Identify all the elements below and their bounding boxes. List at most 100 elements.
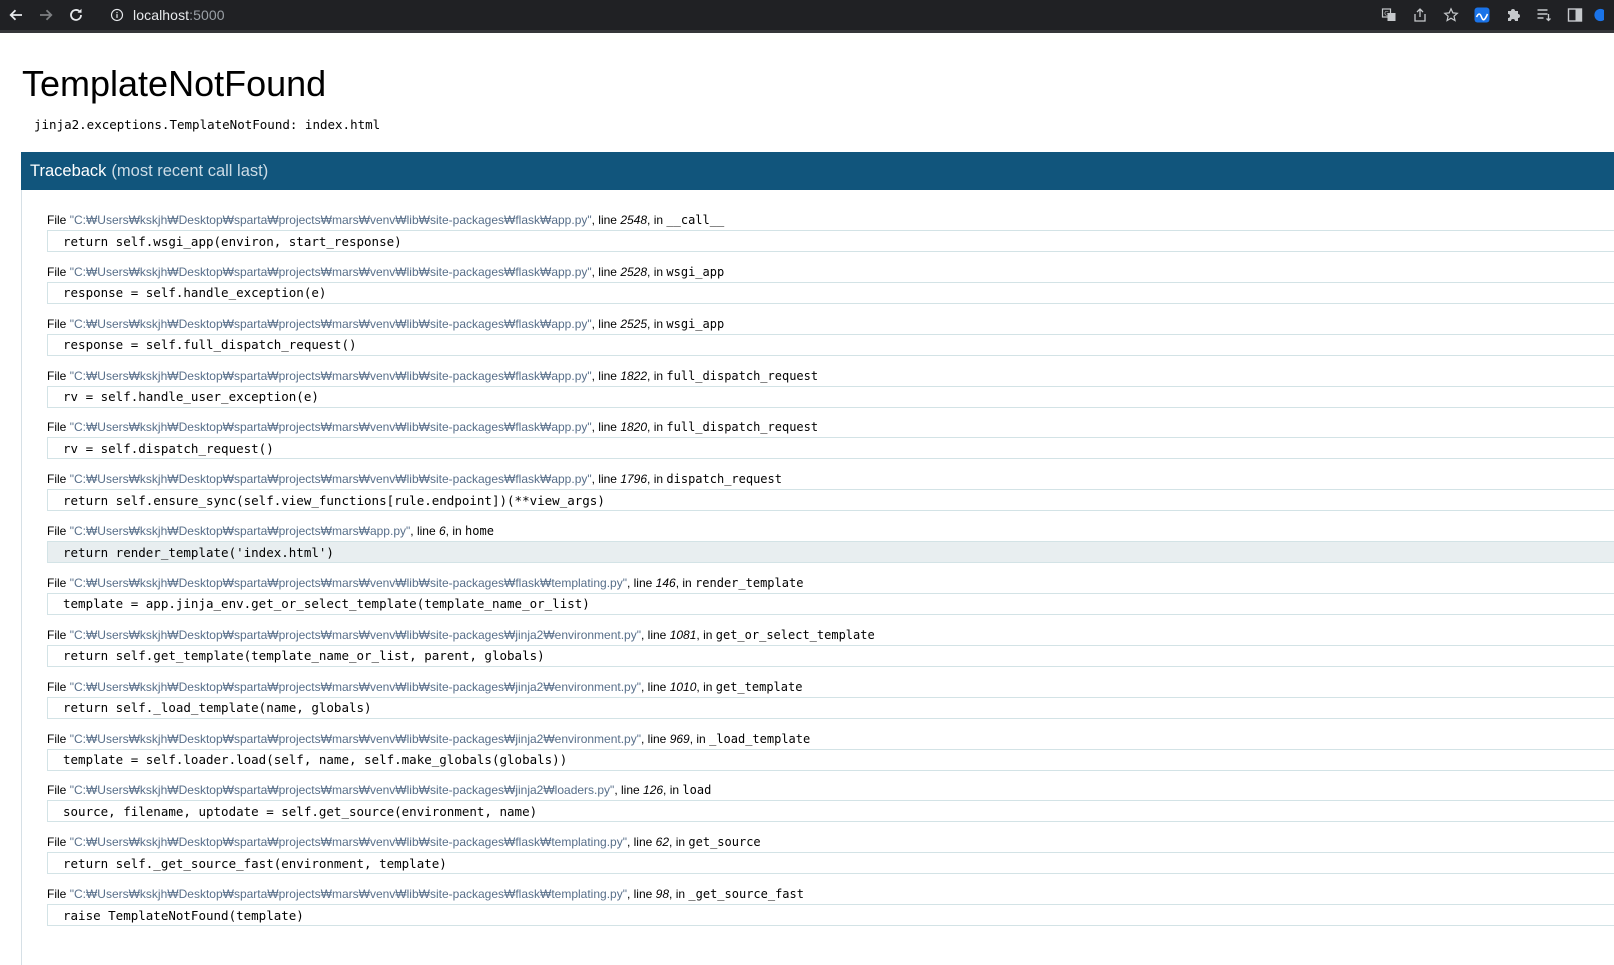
frame-line-number: 2528 [620, 264, 648, 279]
frame-line-number: 146 [655, 575, 676, 590]
extensions-button[interactable] [1497, 0, 1528, 30]
frame-header: File "C:₩Users₩kskjh₩Desktop₩sparta₩proj… [47, 731, 811, 746]
frame-function: get_template [715, 679, 803, 694]
line-label: line [647, 679, 667, 694]
forward-button[interactable] [31, 0, 61, 30]
translate-button[interactable]: G [1373, 0, 1404, 30]
url-port: :5000 [189, 7, 225, 23]
file-label: File [47, 835, 67, 850]
frame-source-line[interactable]: raise TemplateNotFound(template) [47, 904, 1614, 927]
frame-filename[interactable]: "C:₩Users₩kskjh₩Desktop₩sparta₩projects₩… [70, 317, 592, 331]
in-label: in [696, 731, 706, 746]
source-code-text: source, filename, uptodate = self.get_so… [63, 803, 538, 819]
file-label: File [47, 679, 67, 694]
bookmark-button[interactable] [1435, 0, 1466, 30]
in-label: in [669, 783, 680, 798]
frame-source-line[interactable]: rv = self.handle_user_exception(e) [47, 385, 1614, 408]
traceback-frame: File "C:₩Users₩kskjh₩Desktop₩sparta₩proj… [47, 471, 1614, 512]
traceback-frame: File "C:₩Users₩kskjh₩Desktop₩sparta₩proj… [47, 886, 1614, 927]
frame-line-number: 1796 [620, 472, 648, 487]
traceback-header[interactable]: Traceback (most recent call last) [21, 152, 1614, 190]
in-label: in [653, 368, 664, 383]
extension-wave-button[interactable] [1466, 0, 1497, 30]
source-code-text: return self.get_template(template_name_o… [63, 648, 545, 664]
line-label: line [598, 213, 617, 227]
frame-filename[interactable]: "C:₩Users₩kskjh₩Desktop₩sparta₩projects₩… [70, 732, 641, 746]
frame-source-line[interactable]: return self.get_template(template_name_o… [47, 644, 1614, 667]
frame-header: File "C:₩Users₩kskjh₩Desktop₩sparta₩proj… [47, 420, 819, 435]
frame-source-line[interactable]: return render_template('index.html') [47, 541, 1614, 564]
back-button[interactable] [1, 0, 31, 30]
frame-line-number: 98 [655, 887, 670, 902]
frame-header: File "C:₩Users₩kskjh₩Desktop₩sparta₩proj… [47, 783, 712, 798]
url-host: localhost [133, 7, 190, 23]
source-code-text: return render_template('index.html') [63, 544, 334, 560]
frame-function: get_or_select_template [715, 627, 875, 642]
svg-text:G: G [1384, 11, 1389, 18]
file-label: File [47, 627, 67, 642]
frame-filename[interactable]: "C:₩Users₩kskjh₩Desktop₩sparta₩projects₩… [70, 628, 641, 642]
frame-source-line[interactable]: return self.ensure_sync(self.view_functi… [47, 489, 1614, 512]
share-button[interactable] [1404, 0, 1435, 30]
source-code-text: return self._get_source_fast(environment… [63, 855, 447, 871]
error-message: jinja2.exceptions.TemplateNotFound: inde… [34, 117, 381, 132]
file-label: File [47, 887, 67, 902]
frame-filename[interactable]: "C:₩Users₩kskjh₩Desktop₩sparta₩projects₩… [70, 680, 641, 694]
frame-header: File "C:₩Users₩kskjh₩Desktop₩sparta₩proj… [47, 264, 725, 279]
frame-line-number: 1822 [620, 368, 648, 383]
frame-source-line[interactable]: rv = self.dispatch_request() [47, 437, 1614, 460]
frame-filename[interactable]: "C:₩Users₩kskjh₩Desktop₩sparta₩projects₩… [70, 524, 411, 538]
source-code-text: rv = self.handle_user_exception(e) [63, 389, 319, 405]
frame-filename[interactable]: "C:₩Users₩kskjh₩Desktop₩sparta₩projects₩… [70, 265, 592, 279]
frame-source-line[interactable]: return self.wsgi_app(environ, start_resp… [47, 230, 1614, 252]
frame-line-number: 2548 [620, 213, 648, 227]
line-label: line [647, 731, 667, 746]
reload-icon [70, 8, 82, 21]
frame-source-line[interactable]: response = self.full_dispatch_request() [47, 333, 1614, 356]
traceback-frame: File "C:₩Users₩kskjh₩Desktop₩sparta₩proj… [47, 264, 1614, 304]
traceback-frame: File "C:₩Users₩kskjh₩Desktop₩sparta₩proj… [47, 419, 1614, 460]
reload-button[interactable] [61, 0, 91, 30]
frame-source-line[interactable]: return self._load_template(name, globals… [47, 696, 1614, 719]
frame-filename[interactable]: "C:₩Users₩kskjh₩Desktop₩sparta₩projects₩… [70, 369, 592, 383]
traceback-frame: File "C:₩Users₩kskjh₩Desktop₩sparta₩proj… [47, 523, 1614, 564]
side-panel-button[interactable] [1559, 0, 1590, 30]
frame-filename[interactable]: "C:₩Users₩kskjh₩Desktop₩sparta₩projects₩… [70, 835, 627, 849]
translate-icon: G [1381, 8, 1395, 21]
frame-source-line[interactable]: return self._get_source_fast(environment… [47, 852, 1614, 875]
frame-filename[interactable]: "C:₩Users₩kskjh₩Desktop₩sparta₩projects₩… [70, 783, 615, 797]
frame-source-line[interactable]: template = self.loader.load(self, name, … [47, 748, 1614, 771]
frame-line-number: 62 [655, 835, 670, 850]
frame-source-line[interactable]: source, filename, uptodate = self.get_so… [47, 800, 1614, 823]
source-code-text: response = self.handle_exception(e) [63, 285, 327, 301]
frame-function: dispatch_request [666, 472, 782, 487]
reading-list-button[interactable] [1528, 0, 1559, 30]
line-label: line [633, 835, 653, 850]
site-info-icon[interactable] [109, 7, 125, 23]
traceback-frame: File "C:₩Users₩kskjh₩Desktop₩sparta₩proj… [47, 316, 1614, 356]
frame-function: render_template [695, 575, 804, 590]
source-code-text: raise TemplateNotFound(template) [63, 907, 304, 923]
frame-line-number: 126 [643, 783, 664, 798]
frame-filename[interactable]: "C:₩Users₩kskjh₩Desktop₩sparta₩projects₩… [70, 887, 627, 901]
frame-filename[interactable]: "C:₩Users₩kskjh₩Desktop₩sparta₩projects₩… [70, 576, 627, 590]
file-label: File [47, 264, 67, 279]
address-bar[interactable]: localhost:5000 [100, 3, 1330, 27]
frame-function: wsgi_app [666, 264, 725, 279]
file-label: File [47, 420, 67, 435]
frame-header: File "C:₩Users₩kskjh₩Desktop₩sparta₩proj… [47, 213, 725, 227]
frame-filename[interactable]: "C:₩Users₩kskjh₩Desktop₩sparta₩projects₩… [70, 420, 592, 434]
frame-line-number: 1081 [669, 627, 697, 642]
frame-line-number: 1820 [620, 420, 648, 435]
in-label: in [653, 213, 664, 227]
browser-toolbar: localhost:5000 G [0, 0, 1614, 33]
frame-line-number: 2525 [620, 316, 648, 331]
profile-avatar[interactable] [1590, 0, 1614, 30]
frame-source-line[interactable]: template = app.jinja_env.get_or_select_t… [47, 592, 1614, 615]
frame-filename[interactable]: "C:₩Users₩kskjh₩Desktop₩sparta₩projects₩… [70, 472, 592, 486]
traceback-heading: Traceback [30, 161, 107, 180]
frame-filename[interactable]: "C:₩Users₩kskjh₩Desktop₩sparta₩projects₩… [70, 213, 592, 227]
url-text[interactable]: localhost:5000 [133, 7, 225, 23]
frame-source-line[interactable]: response = self.handle_exception(e) [47, 281, 1614, 304]
frame-function: full_dispatch_request [666, 368, 819, 383]
